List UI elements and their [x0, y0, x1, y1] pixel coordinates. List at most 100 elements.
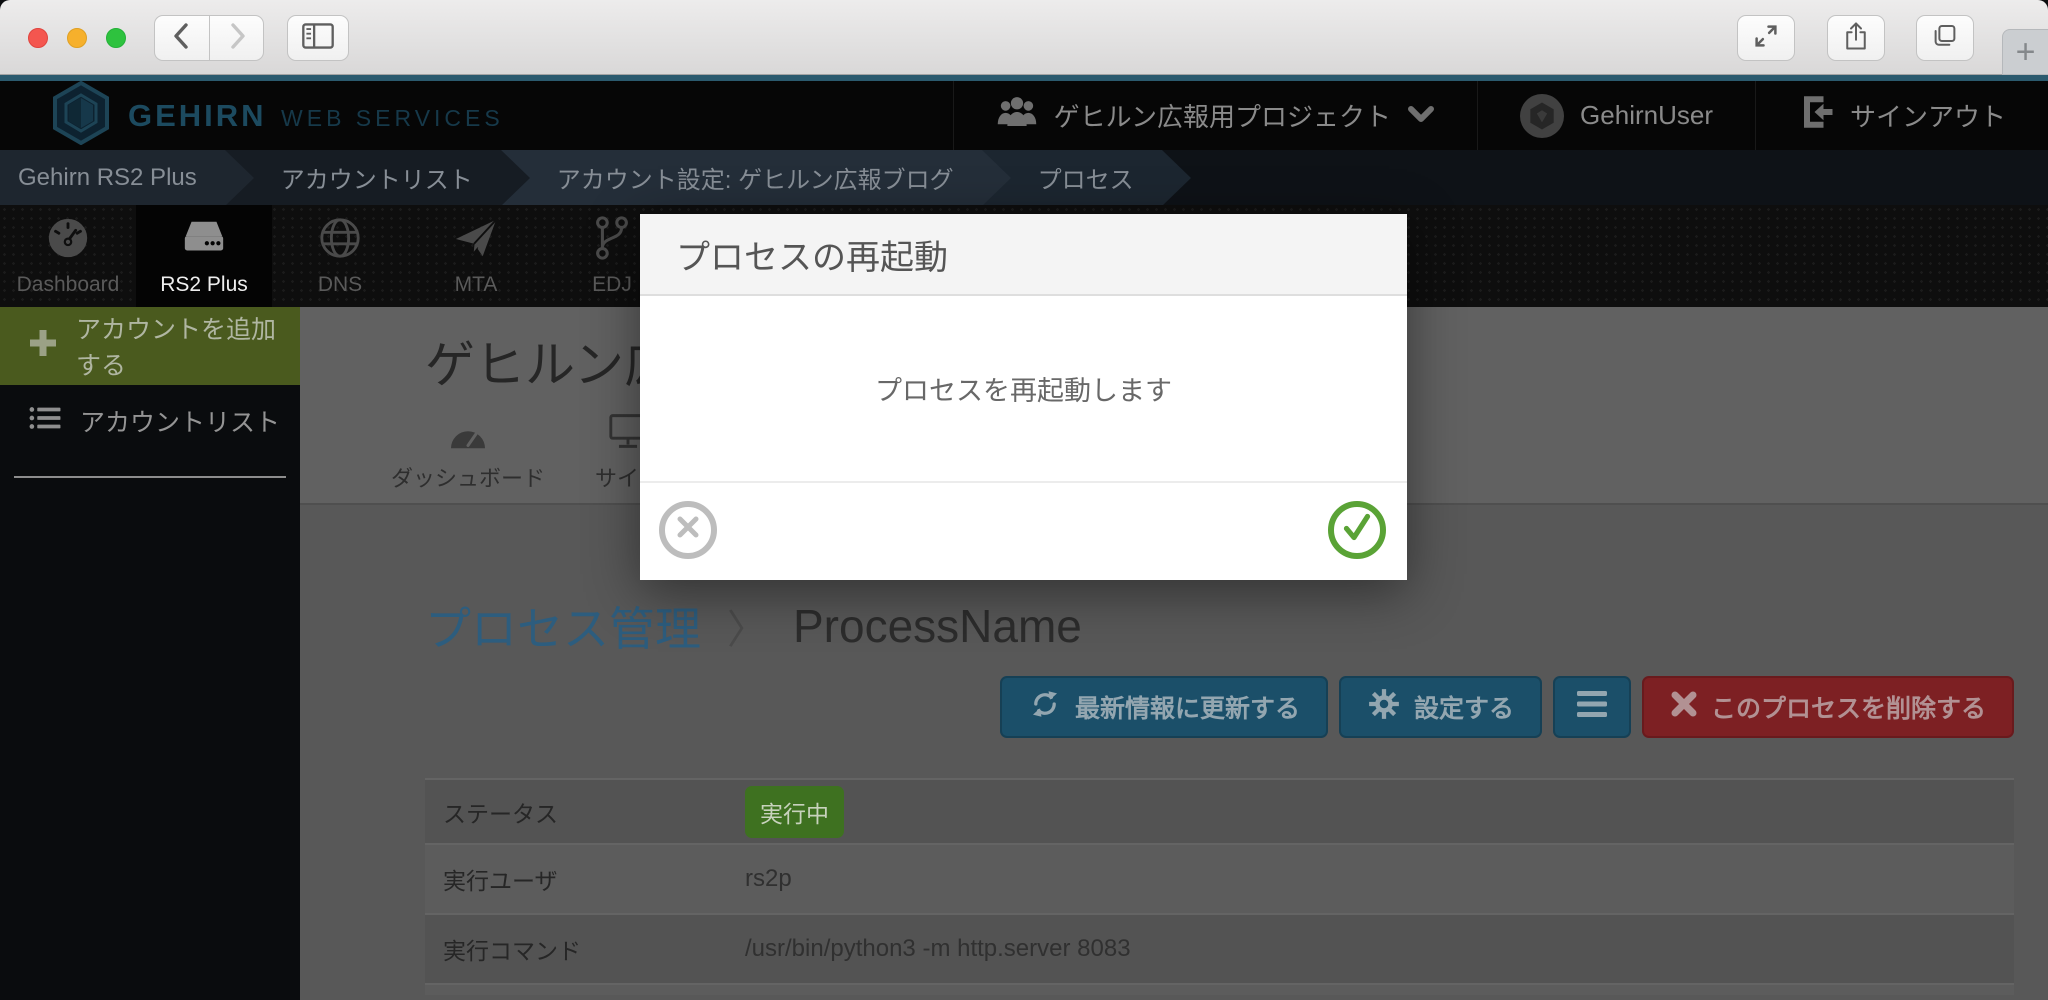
- zoom-window-button[interactable]: [106, 28, 126, 48]
- process-heading: プロセス管理 〉 ProcessName: [425, 593, 2048, 659]
- restart-process-dialog: プロセスの再起動 プロセスを再起動します: [640, 214, 1407, 580]
- git-branch-icon: [589, 215, 635, 266]
- breadcrumb-label: アカウント設定: ゲヒルン広報ブログ: [557, 160, 954, 195]
- heading-chevron: 〉: [727, 597, 767, 655]
- nav-item-dashboard[interactable]: Dashboard: [0, 205, 136, 307]
- delete-label: このプロセスを削除する: [1711, 689, 1986, 725]
- back-icon: [171, 21, 193, 56]
- hamburger-menu-icon: [1577, 691, 1607, 724]
- breadcrumb-label: アカウントリスト: [281, 160, 473, 195]
- confirm-button[interactable]: [1328, 501, 1386, 559]
- nav-item-rs2plus[interactable]: RS2 Plus: [136, 205, 272, 307]
- project-selector[interactable]: ゲヒルン広報用プロジェクト: [953, 81, 1477, 150]
- nav-item-dns[interactable]: DNS: [272, 205, 408, 307]
- breadcrumb-label: Gehirn RS2 Plus: [18, 164, 197, 192]
- user-menu[interactable]: GehirnUser: [1477, 81, 1755, 150]
- signout-icon: [1798, 93, 1834, 138]
- show-all-tabs-button[interactable]: [1916, 15, 1974, 61]
- share-icon: [1841, 20, 1871, 57]
- list-icon: [28, 404, 62, 439]
- chevron-down-icon: [1407, 100, 1435, 131]
- nav-label: RS2 Plus: [160, 273, 248, 297]
- minimize-window-button[interactable]: [67, 28, 87, 48]
- dialog-body: プロセスを再起動します: [640, 296, 1407, 483]
- nav-label: Dashboard: [17, 273, 120, 297]
- app-window: + GEHIRN WEB SERVICES: [0, 0, 2048, 1000]
- breadcrumb: Gehirn RS2 Plus アカウントリスト アカウント設定: ゲヒルン広報…: [0, 150, 2048, 205]
- table-row-status: ステータス 実行中: [425, 778, 2014, 843]
- add-account-button[interactable]: アカウントを追加する: [0, 307, 300, 385]
- toggle-sidebar-button[interactable]: [287, 15, 349, 61]
- new-tab-button[interactable]: +: [2002, 29, 2048, 75]
- nav-label: DNS: [318, 273, 362, 297]
- paper-plane-icon: [453, 215, 499, 266]
- window-titlebar: +: [0, 0, 2048, 75]
- status-badge: 実行中: [745, 786, 844, 838]
- row-value: rs2p: [745, 865, 792, 893]
- share-button[interactable]: [1827, 15, 1885, 61]
- dialog-message: プロセスを再起動します: [875, 369, 1172, 408]
- breadcrumb-label: プロセス: [1038, 160, 1134, 195]
- process-section: プロセス管理 〉 ProcessName: [300, 593, 2048, 995]
- nav-label: MTA: [455, 273, 498, 297]
- row-value: /usr/bin/python3 -m http.server 8083: [745, 935, 1131, 963]
- history-nav-group: [154, 15, 264, 61]
- refresh-icon: [1028, 687, 1062, 728]
- tabs-overview-icon: [1930, 21, 1960, 56]
- row-label: 実行ユーザ: [425, 862, 745, 896]
- fullscreen-icon: [1751, 21, 1781, 56]
- forward-button[interactable]: [209, 15, 264, 61]
- signout-button[interactable]: サインアウト: [1755, 81, 2048, 150]
- process-management-link[interactable]: プロセス管理: [425, 593, 701, 659]
- dialog-title: プロセスの再起動: [676, 230, 948, 279]
- sidebar-divider: [14, 476, 286, 478]
- breadcrumb-item-account-list[interactable]: アカウントリスト: [225, 150, 501, 205]
- account-list-item[interactable]: アカウントリスト: [0, 385, 300, 457]
- gauge-icon: [446, 416, 490, 455]
- tab-dashboard[interactable]: ダッシュボード: [388, 411, 548, 503]
- table-row-partial: [425, 983, 2014, 995]
- team-icon: [996, 94, 1038, 137]
- more-actions-button[interactable]: [1553, 676, 1631, 738]
- refresh-button[interactable]: 最新情報に更新する: [1000, 676, 1328, 738]
- plus-icon: [28, 328, 58, 365]
- gehirn-hexagon-logo-icon: [52, 81, 110, 150]
- account-list-label: アカウントリスト: [80, 403, 280, 439]
- configure-button[interactable]: 設定する: [1339, 676, 1542, 738]
- process-detail-table: ステータス 実行中 実行ユーザ rs2p 実行コマンド /usr/bin/pyt…: [425, 778, 2014, 995]
- row-label: 実行コマンド: [425, 932, 745, 966]
- dialog-footer: [640, 483, 1407, 576]
- brand-suffix: WEB SERVICES: [281, 105, 504, 131]
- close-window-button[interactable]: [28, 28, 48, 48]
- forward-icon: [226, 21, 248, 56]
- process-name: ProcessName: [793, 599, 1082, 653]
- plus-icon: +: [2016, 33, 2036, 72]
- sidebar-icon: [299, 19, 337, 58]
- nav-item-mta[interactable]: MTA: [408, 205, 544, 307]
- sidebar: アカウントを追加する アカウントリスト: [0, 307, 300, 1000]
- configure-label: 設定する: [1414, 689, 1514, 725]
- delete-process-button[interactable]: このプロセスを削除する: [1642, 676, 2014, 738]
- nav-label: EDJ: [592, 273, 632, 297]
- dialog-header: プロセスの再起動: [640, 214, 1407, 296]
- signout-label: サインアウト: [1850, 97, 2006, 134]
- app-header: GEHIRN WEB SERVICES ゲヒルン広報用プロジェクト: [0, 81, 2048, 150]
- row-label: ステータス: [425, 795, 745, 829]
- gear-icon: [1367, 687, 1401, 728]
- cancel-button[interactable]: [659, 501, 717, 559]
- server-icon: [181, 215, 227, 266]
- refresh-label: 最新情報に更新する: [1075, 689, 1300, 725]
- traffic-lights: [28, 28, 126, 48]
- breadcrumb-item-account-settings[interactable]: アカウント設定: ゲヒルン広報ブログ: [501, 150, 982, 205]
- globe-icon: [317, 215, 363, 266]
- add-account-label: アカウントを追加する: [76, 310, 300, 382]
- fullscreen-button[interactable]: [1737, 15, 1795, 61]
- confirm-check-icon: [1339, 510, 1375, 549]
- brand-logo[interactable]: GEHIRN WEB SERVICES: [0, 81, 953, 150]
- x-icon: [1670, 690, 1698, 725]
- breadcrumb-item-rs2plus[interactable]: Gehirn RS2 Plus: [0, 150, 225, 205]
- back-button[interactable]: [154, 15, 209, 61]
- tab-label: ダッシュボード: [391, 461, 545, 493]
- brand-name: GEHIRN: [128, 98, 267, 133]
- project-name: ゲヒルン広報用プロジェクト: [1054, 97, 1391, 134]
